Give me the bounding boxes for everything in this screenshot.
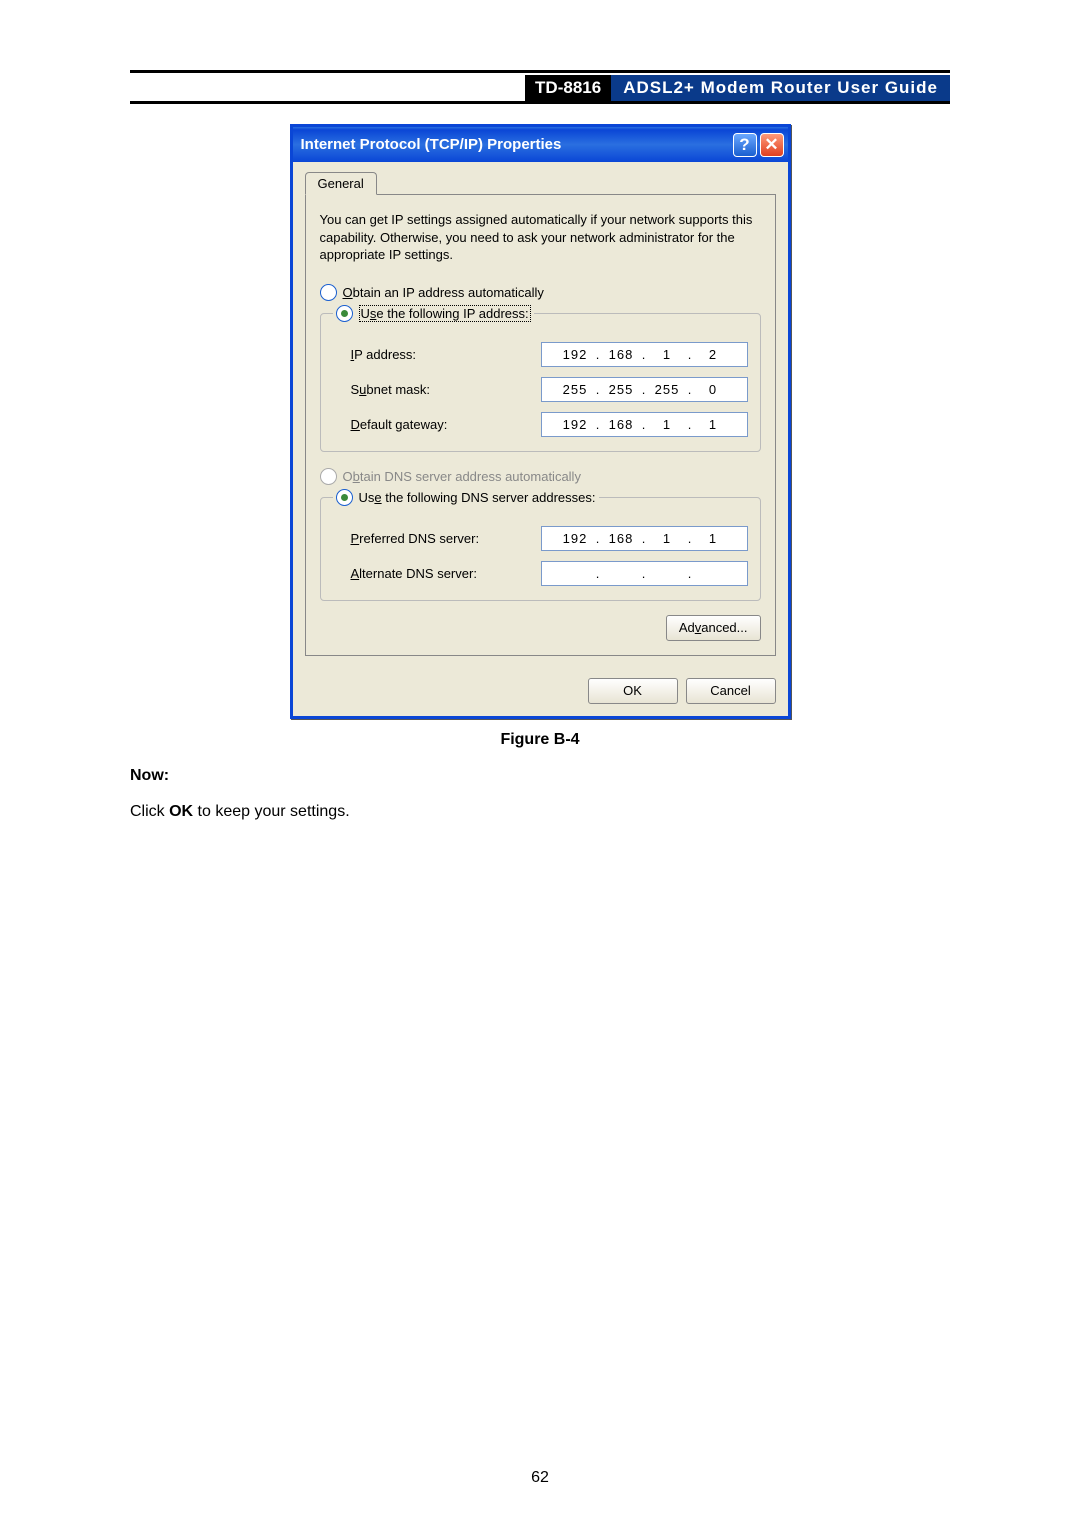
dialog-titlebar: Internet Protocol (TCP/IP) Properties ? … (293, 127, 788, 162)
label-obtain-ip-auto: Obtain an IP address automatically (343, 285, 544, 300)
intro-text: You can get IP settings assigned automat… (320, 211, 761, 264)
radio-obtain-ip-auto[interactable] (320, 284, 337, 301)
close-button[interactable]: ✕ (760, 133, 784, 157)
advanced-button[interactable]: Advanced... (666, 615, 761, 641)
group-use-ip: Use the following IP address: IP address… (320, 303, 761, 452)
help-button[interactable]: ? (733, 133, 757, 157)
ok-button[interactable]: OK (588, 678, 678, 704)
label-use-dns: Use the following DNS server addresses: (359, 490, 596, 505)
tab-general[interactable]: General (305, 172, 377, 195)
label-preferred-dns: Preferred DNS server: (351, 531, 480, 546)
label-obtain-dns-auto: Obtain DNS server address automatically (343, 469, 581, 484)
dialog-title: Internet Protocol (TCP/IP) Properties (301, 136, 562, 153)
input-alternate-dns[interactable]: . . . (541, 561, 748, 586)
now-heading: Now: (130, 767, 950, 785)
label-subnet-mask: Subnet mask: (351, 382, 431, 397)
figure-caption: Figure B-4 (130, 731, 950, 749)
group-use-dns: Use the following DNS server addresses: … (320, 487, 761, 601)
radio-obtain-dns-auto (320, 468, 337, 485)
input-preferred-dns[interactable]: 192. 168. 1. 1 (541, 526, 748, 551)
radio-use-ip[interactable] (336, 305, 353, 322)
tcpip-properties-dialog: Internet Protocol (TCP/IP) Properties ? … (290, 124, 791, 719)
page-number: 62 (0, 1469, 1080, 1487)
help-icon: ? (739, 135, 749, 155)
label-ip-address: IP address: (351, 347, 417, 362)
model-badge: TD-8816 (525, 75, 611, 101)
input-subnet-mask[interactable]: 255. 255. 255. 0 (541, 377, 748, 402)
doc-header: TD-8816 ADSL2+ Modem Router User Guide (130, 75, 950, 104)
input-default-gateway[interactable]: 192. 168. 1. 1 (541, 412, 748, 437)
instruction-text: Click OK to keep your settings. (130, 803, 950, 821)
cancel-button[interactable]: Cancel (686, 678, 776, 704)
close-icon: ✕ (764, 135, 778, 155)
label-default-gateway: Default gateway: (351, 417, 448, 432)
input-ip-address[interactable]: 192. 168. 1. 2 (541, 342, 748, 367)
label-use-ip: Use the following IP address: (359, 305, 531, 322)
doc-title: ADSL2+ Modem Router User Guide (611, 75, 950, 101)
radio-use-dns[interactable] (336, 489, 353, 506)
label-alternate-dns: Alternate DNS server: (351, 566, 477, 581)
